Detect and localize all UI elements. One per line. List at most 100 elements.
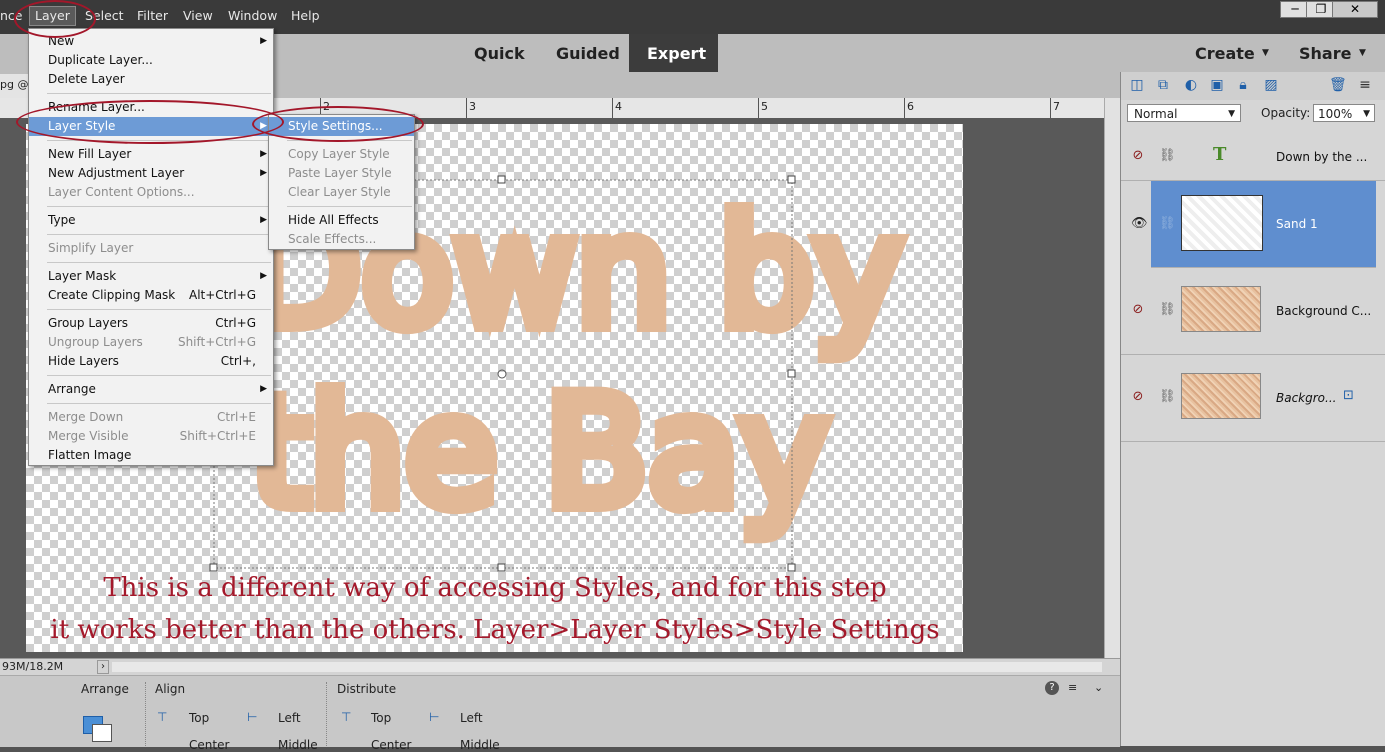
menu-item-create-clipping-mask[interactable]: Create Clipping Mask Alt+Ctrl+G (29, 286, 273, 305)
mode-quick[interactable]: Quick (474, 44, 525, 63)
annotation-circle (16, 100, 284, 144)
close-button[interactable]: ✕ (1332, 1, 1378, 18)
menu-item-new-fill-layer[interactable]: New Fill Layer ▶ (29, 145, 273, 164)
link-icon[interactable]: ⛓︎ (1159, 148, 1176, 163)
menu-item-label: Group Layers (48, 316, 129, 330)
align-top-icon[interactable]: ⊤ (157, 710, 167, 724)
distribute-top[interactable]: Top (371, 711, 391, 725)
mode-guided[interactable]: Guided (556, 44, 620, 63)
lock-all-icon[interactable]: 🔒︎ (1235, 77, 1251, 93)
transform-handle[interactable] (787, 369, 796, 378)
layer-name[interactable]: Down by the ... (1276, 150, 1367, 164)
layer-name[interactable]: Sand 1 (1276, 217, 1318, 231)
layer-row[interactable]: ⊘ ⛓︎ T Down by the ... (1121, 128, 1385, 181)
caption-line1: This is a different way of accessing Sty… (103, 573, 887, 603)
menu-item-layer-mask[interactable]: Layer Mask ▶ (29, 267, 273, 286)
blend-mode-value: Normal (1134, 107, 1178, 121)
menu-separator (47, 403, 271, 404)
lock-transparent-icon[interactable]: ▨ (1263, 77, 1279, 93)
vertical-scrollbar[interactable] (1104, 98, 1121, 658)
ruler-label: 3 (469, 100, 476, 113)
document-tab[interactable]: pg @ (0, 74, 30, 98)
menu-separator (47, 262, 271, 263)
menu-item-label: Hide All Effects (288, 213, 379, 227)
create-button[interactable]: Create (1195, 44, 1255, 63)
layer-row[interactable]: ⊘ ⛓︎ Background C... (1121, 268, 1385, 355)
align-top[interactable]: Top (189, 711, 209, 725)
link-icon[interactable]: ⛓︎ (1159, 216, 1176, 231)
menu-shortcut: Shift+Ctrl+E (179, 429, 256, 443)
menu-item-hide-all-effects[interactable]: Hide All Effects (269, 211, 414, 230)
help-icon[interactable]: ? (1045, 681, 1059, 695)
layer-row-selected[interactable]: Sand 1 (1151, 181, 1376, 268)
menu-item-hide-layers[interactable]: Hide Layers Ctrl+, (29, 352, 273, 371)
distribute-left-icon[interactable]: ⊢ (429, 710, 439, 724)
visibility-hidden-icon[interactable]: ⊘ (1129, 302, 1147, 317)
submenu-arrow-icon: ▶ (260, 149, 267, 159)
distribute-center[interactable]: Center (371, 738, 411, 752)
menu-item-duplicate-layer[interactable]: Duplicate Layer... (29, 51, 273, 70)
distribute-top-icon[interactable]: ⊤ (341, 710, 351, 724)
panel-menu-icon[interactable]: ≡ (1357, 77, 1373, 93)
menu-item-new-adjustment-layer[interactable]: New Adjustment Layer ▶ (29, 164, 273, 183)
arrange-icon-front (92, 724, 112, 742)
submenu-arrow-icon: ▶ (260, 36, 267, 46)
menu-item-scale-effects: Scale Effects... (269, 230, 414, 249)
horizontal-scrollbar[interactable] (112, 662, 1102, 672)
delete-layer-icon[interactable]: 🗑︎ (1329, 77, 1347, 93)
mode-expert-tab[interactable]: Expert (629, 34, 718, 72)
align-left[interactable]: Left (278, 711, 301, 725)
menu-item-ungroup-layers: Ungroup Layers Shift+Ctrl+G (29, 333, 273, 352)
visibility-hidden-icon[interactable]: ⊘ (1129, 389, 1147, 404)
align-left-icon[interactable]: ⊢ (247, 710, 257, 724)
menu-help[interactable]: Help (291, 8, 320, 23)
align-middle[interactable]: Middle (278, 738, 318, 752)
align-center[interactable]: Center (189, 738, 229, 752)
blend-mode-select[interactable]: Normal ▼ (1127, 104, 1241, 122)
visibility-hidden-icon[interactable]: ⊘ (1129, 148, 1147, 163)
layers-panel: ◫ ⧉ ◐ ▣ 🔒︎ ▨ 🗑︎ ≡ Normal ▼ Opacity: 100%… (1120, 72, 1385, 746)
options-menu-icon[interactable]: ≡ (1068, 681, 1077, 694)
share-button[interactable]: Share (1299, 44, 1351, 63)
share-dropdown-icon: ▼ (1359, 48, 1366, 58)
transform-handle[interactable] (497, 175, 506, 184)
menu-shortcut: Ctrl+E (217, 410, 256, 424)
collapse-icon[interactable]: ⌄ (1094, 681, 1103, 694)
link-icon[interactable]: ⛓︎ (1159, 389, 1176, 404)
visibility-icon[interactable]: 👁︎ (1131, 216, 1148, 231)
status-bar: 93M/18.2M › (0, 658, 1120, 675)
opacity-label: Opacity: (1261, 106, 1311, 120)
status-expand-icon[interactable]: › (97, 660, 109, 674)
menu-item-flatten-image[interactable]: Flatten Image (29, 446, 273, 465)
layer-mask-icon[interactable]: ▣ (1209, 77, 1225, 93)
menu-item-arrange[interactable]: Arrange ▶ (29, 380, 273, 399)
distribute-middle[interactable]: Middle (460, 738, 500, 752)
menu-item-label: Layer Mask (48, 269, 117, 283)
menu-item-delete-layer[interactable]: Delete Layer (29, 70, 273, 89)
ruler-label: 7 (1053, 100, 1060, 113)
adjustment-layer-icon[interactable]: ◐ (1183, 77, 1199, 93)
transform-handle[interactable] (787, 175, 796, 184)
layer-row[interactable]: ⊘ ⛓︎ Backgro... ⊡ (1121, 355, 1385, 442)
menu-item-label: New Adjustment Layer (48, 166, 185, 180)
menu-item-label: Flatten Image (48, 448, 132, 462)
layer-name[interactable]: Backgro... (1276, 391, 1336, 405)
new-group-icon[interactable]: ⧉ (1155, 77, 1171, 93)
menu-item-type[interactable]: Type ▶ (29, 211, 273, 230)
layer-menu: New ▶ Duplicate Layer... Delete Layer Rename… (28, 28, 274, 466)
menu-item-label: Scale Effects... (288, 232, 377, 246)
layer-name[interactable]: Background C... (1276, 304, 1371, 318)
tutorial-caption: This is a different way of accessing Sty… (30, 567, 960, 651)
link-icon[interactable]: ⛓︎ (1159, 302, 1176, 317)
document-size: 93M/18.2M (2, 660, 64, 673)
menu-filter[interactable]: Filter (137, 8, 168, 23)
menu-item-label: Create Clipping Mask (48, 288, 176, 302)
menu-separator (47, 93, 271, 94)
menu-item-group-layers[interactable]: Group Layers Ctrl+G (29, 314, 273, 333)
menu-view[interactable]: View (183, 8, 213, 23)
new-layer-icon[interactable]: ◫ (1129, 77, 1145, 93)
ruler-label: 4 (615, 100, 622, 113)
menu-window[interactable]: Window (228, 8, 277, 23)
opacity-field[interactable]: 100% ▼ (1313, 104, 1375, 122)
distribute-left[interactable]: Left (460, 711, 483, 725)
